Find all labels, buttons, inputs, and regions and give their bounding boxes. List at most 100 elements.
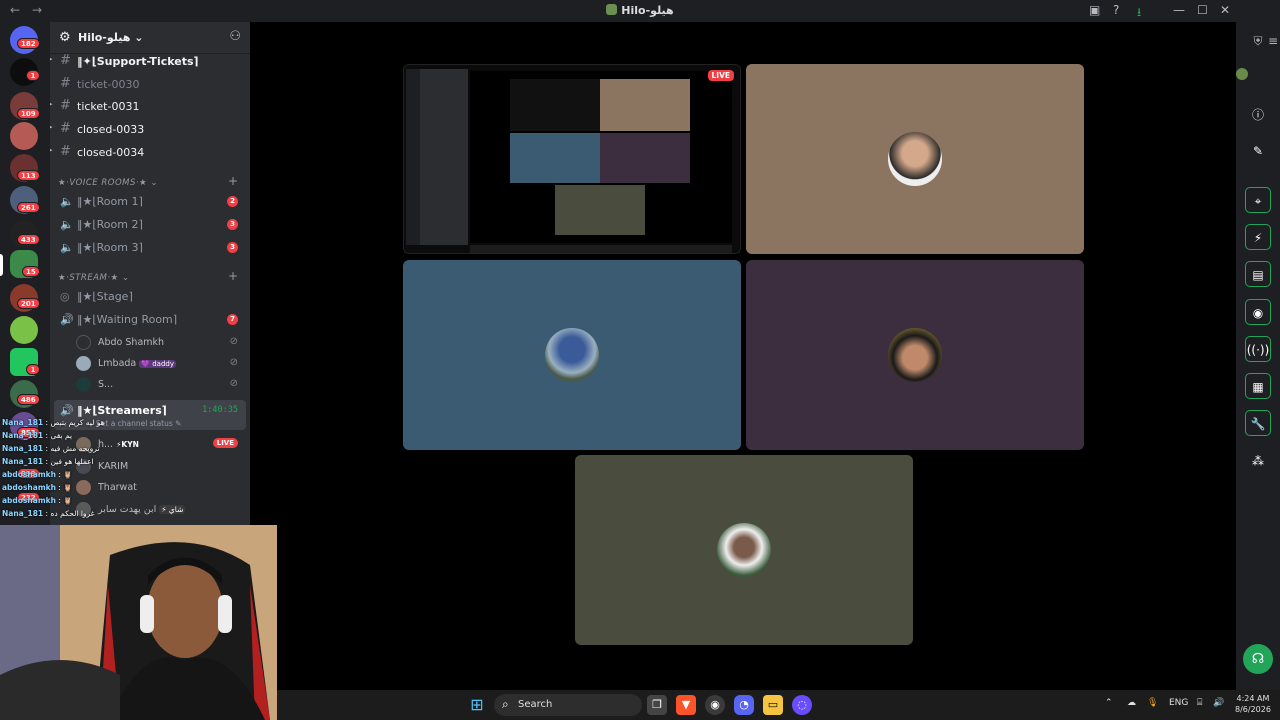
participant-tile-2[interactable] — [403, 260, 741, 450]
minimize-icon[interactable]: — — [1173, 3, 1185, 17]
channel-label: ‖★⌊Room 2⌉ — [77, 218, 143, 231]
chat-user: Nana_181 — [2, 509, 44, 518]
clock-date: 8/6/2026 — [1235, 705, 1271, 714]
headphone-right — [218, 595, 232, 633]
task-view-icon[interactable]: ❐ — [647, 695, 667, 715]
count-badge: 2 — [227, 196, 238, 207]
clock[interactable]: 4:24 AM 8/6/2026 — [1235, 693, 1271, 715]
channel-label: ‖★⌊Stage⌉ — [77, 290, 133, 303]
language-indicator[interactable]: ENG — [1169, 698, 1188, 708]
voice-user[interactable]: Abdo Shamkh ⊘ — [76, 332, 246, 352]
maximize-icon[interactable]: ☐ — [1197, 3, 1208, 17]
channel-closed-0034[interactable]: ▸ # closed-0034 — [50, 143, 250, 163]
server-badge-3: 113 — [17, 170, 40, 181]
muted-mic-icon: ⊘ — [229, 357, 238, 368]
server-badge-8: 1 — [26, 364, 40, 375]
channel-label: ticket-0031 — [77, 100, 140, 113]
voice-user[interactable]: Lmbada 💜 daddy ⊘ — [76, 353, 246, 373]
webcam-overlay — [0, 525, 277, 720]
webcam-feed — [0, 525, 277, 720]
server-badge-1: 1 — [26, 70, 40, 81]
speaker-icon: 🔈 — [60, 241, 74, 254]
help-icon[interactable]: ? — [1113, 3, 1119, 17]
channel-support-tickets[interactable]: ▸ # ‖✦⌊Support-Tickets⌉ — [50, 52, 250, 72]
tray-overflow-icon[interactable]: ⌃ — [1105, 698, 1113, 708]
brave-browser-icon[interactable]: ▼ — [676, 695, 696, 715]
search-label: Search — [518, 699, 553, 710]
category-voice-rooms[interactable]: ★·VOICE ROOMS·★ ⌄ — [58, 178, 158, 188]
broadcast-icon[interactable]: ((·)) — [1245, 336, 1271, 362]
add-channel-icon[interactable]: + — [228, 174, 238, 188]
cloud-icon[interactable]: ☁ — [1127, 698, 1136, 708]
user-name: Abdo Shamkh — [98, 337, 165, 348]
chat-text: 🦉 — [63, 470, 73, 479]
hash-icon: # — [60, 121, 71, 136]
channel-label: ‖✦⌊Support-Tickets⌉ — [77, 55, 199, 68]
count-badge: 7 — [227, 314, 238, 325]
taskbar-search[interactable]: ⌕ Search — [494, 694, 642, 716]
voice-room-3[interactable]: 🔈 ‖★⌊Room 3⌉ 3 — [50, 238, 250, 258]
channel-ticket-0031[interactable]: ▸ # ticket-0031 — [50, 97, 250, 117]
chat-message: Nana_181 : يم بقى — [2, 431, 73, 440]
focus-icon[interactable]: ⌖ — [1245, 187, 1271, 213]
server-icon-9[interactable] — [10, 316, 38, 344]
chat-user: Nana_181 — [2, 418, 44, 427]
category-label: ★·VOICE ROOMS·★ — [58, 178, 148, 188]
category-stream[interactable]: ★·STREAM·★ ⌄ — [58, 273, 130, 283]
channel-ticket-0030[interactable]: # ticket-0030 — [50, 75, 250, 95]
chat-user: abdoshamkh — [2, 483, 56, 492]
participant-tile-3[interactable] — [746, 260, 1084, 450]
wrench-icon[interactable]: 🔧 — [1245, 410, 1271, 436]
voice-user[interactable]: S... ⊘ — [76, 374, 246, 394]
user-tag: شاي ⚡ — [159, 505, 186, 514]
voice-room-1[interactable]: 🔈 ‖★⌊Room 1⌉ 2 — [50, 192, 250, 212]
server-icon-3[interactable] — [10, 122, 38, 150]
microphone-icon[interactable]: 🎙 — [1147, 698, 1158, 708]
discord-taskbar-icon[interactable]: ◔ — [734, 695, 754, 715]
chat-icon[interactable]: ◉ — [1245, 299, 1271, 325]
add-channel-icon[interactable]: + — [228, 269, 238, 283]
channel-closed-0033[interactable]: ▸ # closed-0033 — [50, 120, 250, 140]
menu-icon[interactable]: ≡ — [1260, 28, 1280, 54]
download-icon[interactable]: ⭳ — [1137, 3, 1141, 24]
support-icon[interactable]: ☊ — [1243, 644, 1273, 674]
window-title: Hilo-هيلو — [0, 4, 1280, 17]
clipboard-icon[interactable]: ▤ — [1245, 261, 1271, 287]
chat-message: Nana_181 : اعملها هو فين — [2, 457, 94, 466]
chat-text: غروا الحكم ده — [50, 509, 95, 518]
file-explorer-icon[interactable]: ▭ — [763, 695, 783, 715]
server-header[interactable]: ⚙ Hilo-هيلو ⌄ ⚇ — [50, 22, 250, 54]
obs-icon[interactable]: ◉ — [705, 695, 725, 715]
stage-channel[interactable]: ◎ ‖★⌊Stage⌉ — [50, 287, 250, 307]
invite-user-icon[interactable]: ⚇ — [229, 29, 241, 44]
chat-text: 🦉 — [63, 483, 73, 492]
inbox-icon[interactable]: ▣ — [1089, 3, 1100, 17]
participant-tile-4[interactable] — [575, 455, 913, 645]
call-timer: 1:40:35 — [202, 405, 238, 415]
pencil-icon[interactable]: ✎ — [1245, 138, 1271, 164]
active-server-pill — [0, 254, 3, 276]
layout-icon[interactable]: ▦ — [1245, 373, 1271, 399]
bolt-icon[interactable]: ⚡ — [1245, 224, 1271, 250]
foreground-person — [0, 660, 120, 720]
close-icon[interactable]: ✕ — [1220, 3, 1230, 17]
apps-icon[interactable]: ⁂ — [1245, 448, 1271, 474]
volume-icon[interactable]: 🔊 — [1213, 698, 1224, 708]
voice-room-2[interactable]: 🔈 ‖★⌊Room 2⌉ 3 — [50, 215, 250, 235]
windows-start-icon[interactable]: ⊞ — [467, 695, 487, 715]
window-title-text: Hilo-هيلو — [621, 4, 674, 17]
app-icon[interactable]: ◌ — [792, 695, 812, 715]
stream-chat-overlay: Nana_181 : هو ليه كريم بتبص Nana_181 : ي… — [0, 416, 160, 526]
participant-tile-1[interactable] — [746, 64, 1084, 254]
face — [147, 562, 223, 658]
chat-user: Nana_181 — [2, 457, 44, 466]
waiting-room-channel[interactable]: 🔊 ‖★⌊Waiting Room⌉ 7 — [50, 310, 250, 330]
avatar — [76, 377, 91, 392]
server-badge-2: 109 — [17, 108, 40, 119]
channel-label: closed-0033 — [77, 123, 145, 136]
info-icon[interactable]: ⓘ — [1245, 102, 1271, 128]
screen-share-tile[interactable]: LIVE — [403, 64, 741, 254]
headphone-left — [140, 595, 154, 633]
server-badge-7: 201 — [17, 298, 40, 309]
network-icon[interactable]: ⌸ — [1197, 698, 1202, 708]
